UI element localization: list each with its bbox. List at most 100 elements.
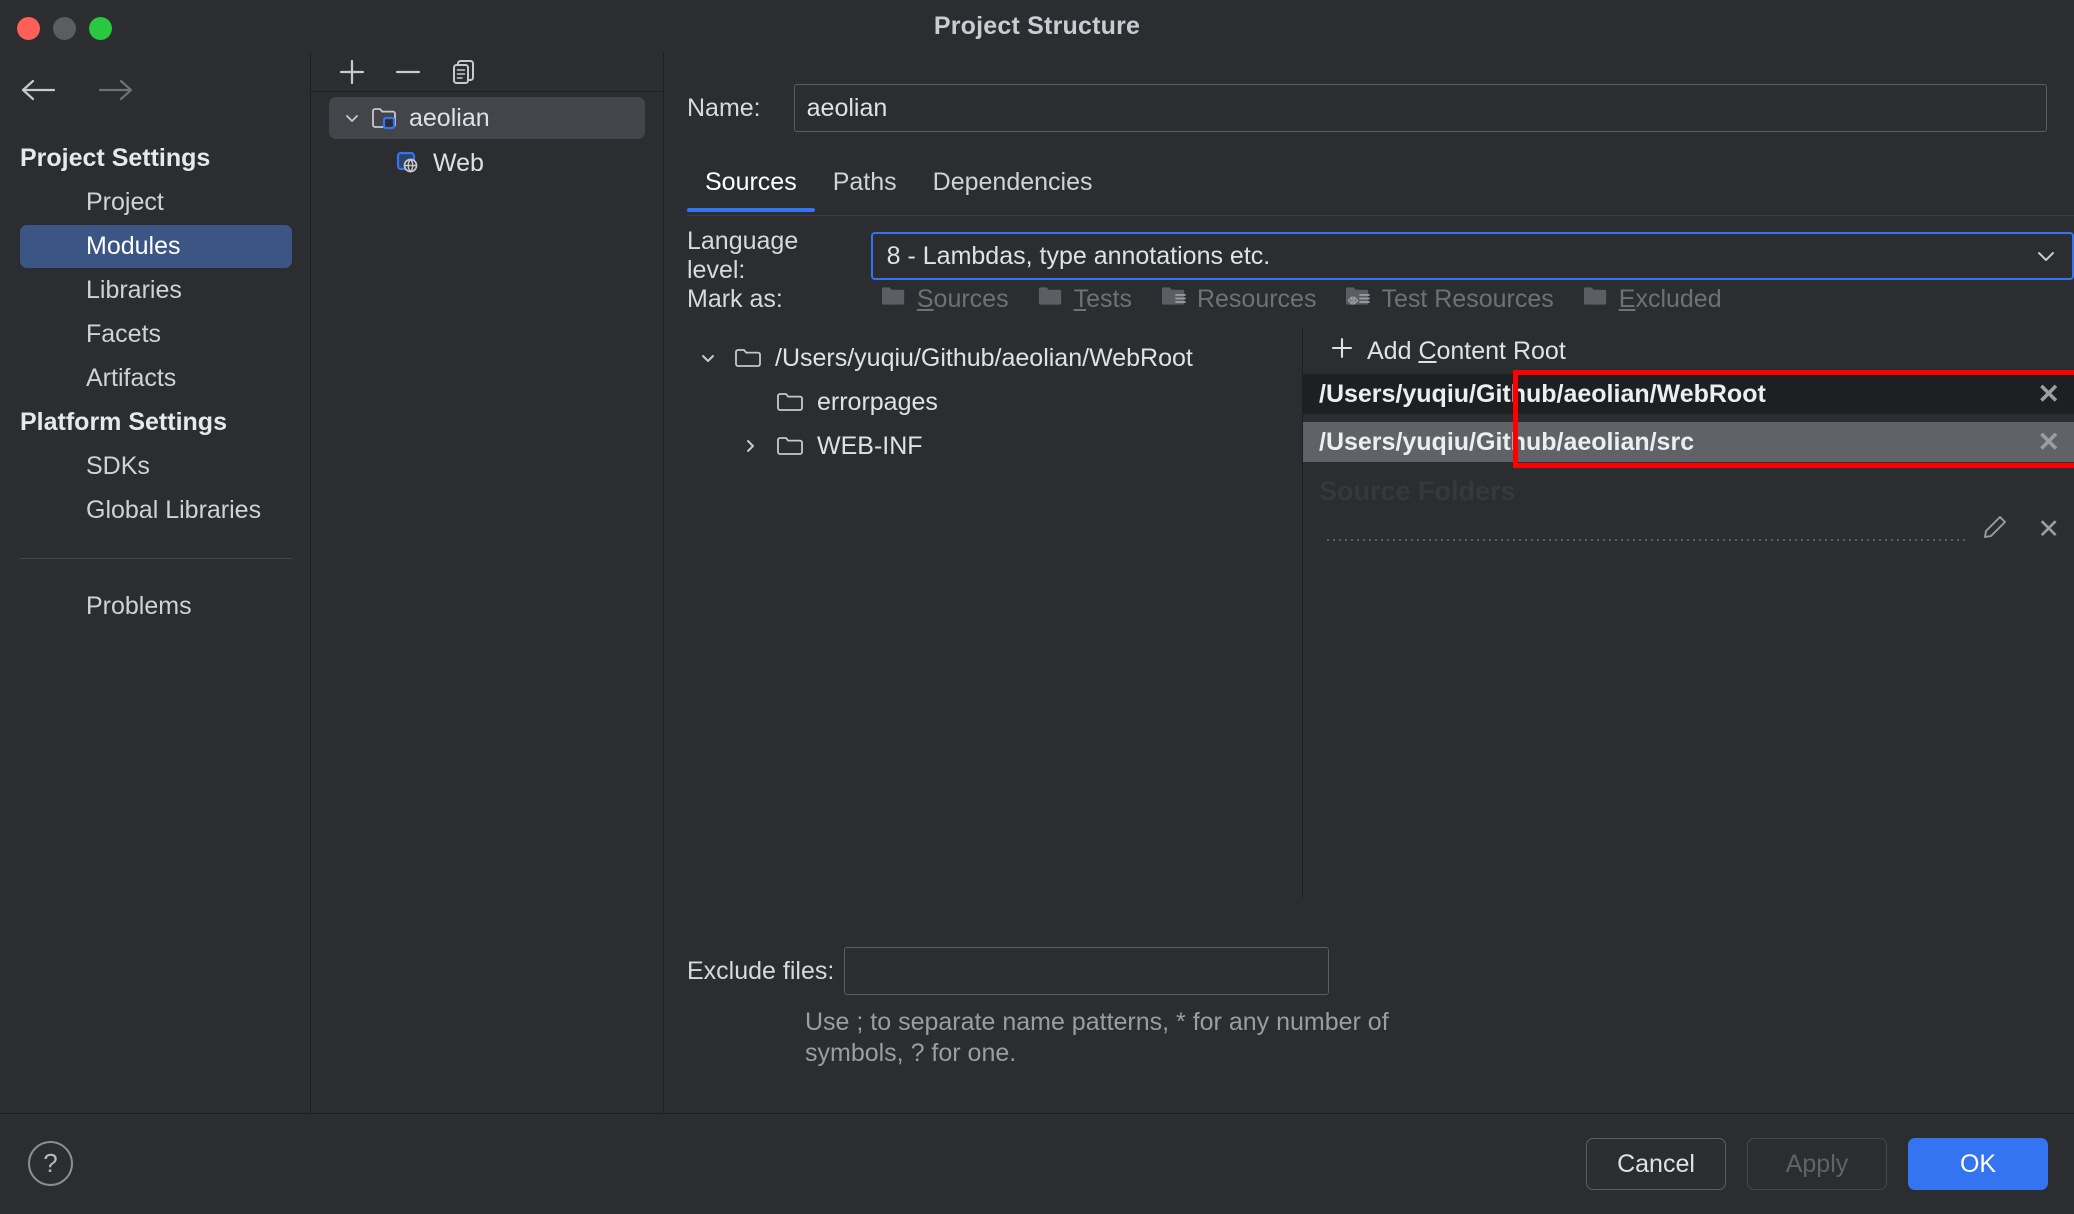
cancel-button[interactable]: Cancel bbox=[1586, 1138, 1726, 1190]
source-folders-heading: Source Folders bbox=[1319, 476, 1516, 506]
dotted-separator bbox=[1325, 539, 1968, 541]
content-root-gap bbox=[1303, 414, 2074, 422]
arrow-right-icon[interactable] bbox=[96, 70, 136, 110]
content-root-path: /Users/yuqiu/Github/aeolian/WebRoot bbox=[1319, 379, 1766, 408]
copy-module-icon[interactable] bbox=[447, 55, 481, 89]
apply-button[interactable]: Apply bbox=[1747, 1138, 1887, 1190]
settings-sidebar: Project Settings Project Modules Librari… bbox=[0, 52, 310, 1114]
footer-buttons: Cancel Apply OK bbox=[1586, 1138, 2048, 1190]
sidebar-item-facets[interactable]: Facets bbox=[20, 313, 292, 356]
sidebar-item-problems[interactable]: Problems bbox=[20, 585, 292, 628]
exclude-files-hint: Use ; to separate name patterns, * for a… bbox=[805, 1008, 1389, 1068]
sources-content-area: /Users/yuqiu/Github/aeolian/WebRoot erro… bbox=[665, 328, 2074, 898]
pencil-icon[interactable] bbox=[1981, 513, 2009, 546]
folder-excluded-icon bbox=[1582, 284, 1610, 315]
mark-as-test-resources-button[interactable]: Test Resources bbox=[1344, 284, 1554, 315]
sidebar-group-platform-settings: Platform Settings bbox=[20, 408, 227, 436]
add-content-root-label-rest: ontent Root bbox=[1436, 336, 1566, 365]
sidebar-item-project[interactable]: Project bbox=[20, 181, 292, 224]
tree-item-aeolian[interactable]: aeolian bbox=[329, 97, 645, 139]
folder-tests-icon bbox=[1037, 284, 1065, 315]
mark-as-options: Sources Tests Resources Test Resources E… bbox=[880, 284, 1722, 315]
dialog-footer: ? Cancel Apply OK bbox=[0, 1114, 2074, 1214]
sidebar-group-project-settings: Project Settings bbox=[20, 144, 211, 172]
modules-toolbar bbox=[311, 52, 663, 92]
tab-paths[interactable]: Paths bbox=[815, 168, 915, 211]
name-label: Name: bbox=[687, 93, 761, 122]
source-folders-empty-row: ✕ bbox=[1303, 507, 2074, 551]
chevron-down-icon[interactable] bbox=[337, 108, 367, 128]
file-tree-row-web-inf[interactable]: WEB-INF bbox=[687, 424, 1327, 468]
help-button[interactable]: ? bbox=[28, 1141, 73, 1186]
close-icon[interactable]: ✕ bbox=[2023, 380, 2060, 408]
nav-history-buttons bbox=[18, 70, 136, 110]
mark-as-tests-button[interactable]: Tests bbox=[1037, 284, 1132, 315]
detail-tabs: Sources Paths Dependencies bbox=[687, 168, 2074, 216]
file-tree-label: errorpages bbox=[817, 387, 938, 416]
chevron-right-icon[interactable] bbox=[729, 435, 771, 457]
tab-sources[interactable]: Sources bbox=[687, 168, 815, 212]
mark-as-test-resources-label: Test Resources bbox=[1381, 285, 1554, 313]
plus-icon bbox=[1329, 335, 1355, 368]
mark-as-sources-label-rest: ources bbox=[933, 285, 1009, 313]
close-icon[interactable]: ✕ bbox=[2023, 515, 2060, 543]
language-level-row: Language level: 8 - Lambdas, type annota… bbox=[687, 227, 2074, 285]
mark-as-sources-button[interactable]: Sources bbox=[880, 284, 1009, 315]
folder-icon bbox=[729, 345, 767, 371]
folder-icon bbox=[771, 433, 809, 459]
chevron-down-icon[interactable] bbox=[2034, 242, 2058, 271]
close-icon[interactable]: ✕ bbox=[2023, 428, 2060, 456]
content-roots-panel: Add Content Root /Users/yuqiu/Github/aeo… bbox=[1303, 328, 2074, 898]
mark-as-excluded-label-rest: xcluded bbox=[1635, 285, 1722, 313]
sidebar-item-libraries[interactable]: Libraries bbox=[20, 269, 292, 312]
mark-as-sources-mnemonic: S bbox=[916, 285, 934, 313]
mark-as-label: Mark as: bbox=[687, 285, 783, 313]
folder-icon bbox=[771, 389, 809, 415]
tree-item-label: aeolian bbox=[409, 103, 490, 132]
file-tree-label: /Users/yuqiu/Github/aeolian/WebRoot bbox=[775, 343, 1193, 372]
plus-icon[interactable] bbox=[335, 55, 369, 89]
mark-as-resources-button[interactable]: Resources bbox=[1160, 284, 1317, 315]
content-root-row-webroot[interactable]: /Users/yuqiu/Github/aeolian/WebRoot ✕ bbox=[1303, 374, 2074, 414]
add-content-root-button[interactable]: Add Content Root bbox=[1303, 328, 2074, 374]
sidebar-item-modules[interactable]: Modules bbox=[20, 225, 292, 268]
minus-icon[interactable] bbox=[391, 55, 425, 89]
sidebar-item-sdks[interactable]: SDKs bbox=[20, 445, 292, 488]
file-tree-label: WEB-INF bbox=[817, 431, 923, 460]
exclude-files-row: Exclude files: bbox=[687, 947, 1797, 995]
mark-as-tests-mnemonic: T bbox=[1073, 285, 1087, 313]
title-bar: Project Structure bbox=[0, 0, 2074, 52]
sidebar-divider bbox=[20, 558, 292, 559]
mark-as-excluded-mnemonic: E bbox=[1618, 285, 1636, 313]
web-facet-icon bbox=[391, 150, 425, 176]
arrow-left-icon[interactable] bbox=[18, 70, 58, 110]
modules-panel: aeolian Web bbox=[310, 52, 664, 1114]
exclude-files-label: Exclude files: bbox=[687, 956, 835, 985]
module-detail-panel: Name: aeolian Sources Paths Dependencies… bbox=[665, 52, 2074, 1114]
mark-as-excluded-button[interactable]: Excluded bbox=[1582, 284, 1722, 315]
folder-resources-icon bbox=[1160, 284, 1188, 315]
language-level-value: 8 - Lambdas, type annotations etc. bbox=[886, 241, 1271, 270]
module-name-input[interactable]: aeolian bbox=[793, 84, 2047, 132]
file-tree-row-errorpages[interactable]: errorpages bbox=[687, 380, 1327, 424]
language-level-label: Language level: bbox=[687, 227, 799, 284]
mark-as-row: Mark as: Sources Tests Resources Test Re… bbox=[687, 284, 2074, 315]
content-root-path: /Users/yuqiu/Github/aeolian/src bbox=[1319, 427, 1695, 456]
module-name-row: Name: aeolian bbox=[687, 84, 2047, 132]
tree-item-web[interactable]: Web bbox=[329, 142, 645, 184]
modules-tree: aeolian Web bbox=[311, 94, 663, 184]
chevron-down-icon[interactable] bbox=[687, 347, 729, 369]
content-root-row-src[interactable]: /Users/yuqiu/Github/aeolian/src ✕ bbox=[1303, 422, 2074, 462]
file-tree-row-webroot[interactable]: /Users/yuqiu/Github/aeolian/WebRoot bbox=[687, 336, 1327, 380]
exclude-files-input[interactable] bbox=[844, 947, 1330, 995]
tab-dependencies[interactable]: Dependencies bbox=[915, 168, 1111, 211]
folder-sources-icon bbox=[880, 284, 908, 315]
mark-as-resources-label: Resources bbox=[1196, 285, 1317, 313]
sidebar-item-global-libraries[interactable]: Global Libraries bbox=[20, 489, 292, 532]
language-level-select[interactable]: 8 - Lambdas, type annotations etc. bbox=[870, 232, 2074, 280]
sidebar-list: Project Settings Project Modules Librari… bbox=[0, 137, 310, 629]
mark-as-tests-label-rest: ests bbox=[1086, 285, 1132, 313]
ok-button[interactable]: OK bbox=[1908, 1138, 2048, 1190]
tree-item-label: Web bbox=[433, 148, 484, 177]
sidebar-item-artifacts[interactable]: Artifacts bbox=[20, 357, 292, 400]
